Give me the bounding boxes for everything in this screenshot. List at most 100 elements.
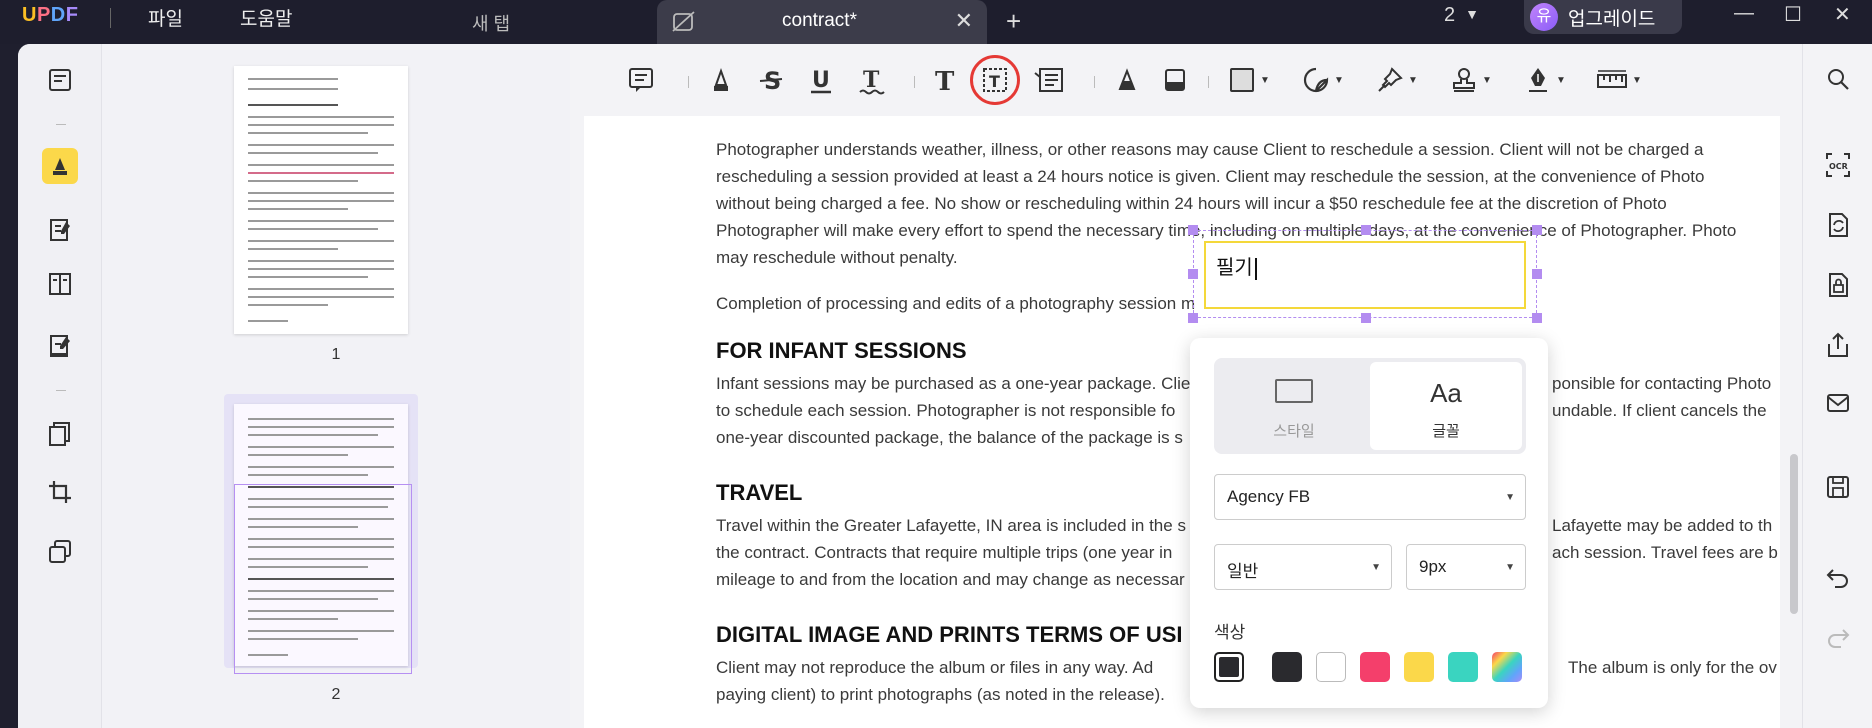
maximize-icon[interactable]: ☐	[1784, 2, 1802, 27]
tab-contract[interactable]: contract* ✕	[657, 0, 987, 44]
color-swatch-white[interactable]	[1316, 652, 1346, 682]
highlighter-icon	[53, 158, 67, 175]
title-bar: UPDF 파일 도움말 새 탭 contract* ✕ + 2 ▼ 유 업그레이드…	[0, 0, 1872, 44]
font-icon: Aa	[1430, 378, 1462, 408]
redo-button[interactable]	[1823, 622, 1853, 652]
color-swatch-yellow[interactable]	[1404, 652, 1434, 682]
highlight-button[interactable]	[706, 64, 736, 96]
color-swatch-custom[interactable]	[1492, 652, 1522, 682]
shape-button[interactable]: ▼	[1228, 64, 1270, 96]
color-swatch-selected[interactable]	[1214, 652, 1244, 682]
window-count[interactable]: 2 ▼	[1444, 4, 1479, 27]
pin-button[interactable]: ▼	[1376, 64, 1418, 96]
font-size-select[interactable]: 9px ▼	[1406, 544, 1526, 590]
pencil-button[interactable]	[1112, 64, 1142, 96]
tab-new[interactable]: 새 탭	[472, 10, 510, 36]
chevron-down-icon: ▼	[1632, 74, 1642, 86]
rail-divider	[56, 390, 66, 391]
color-swatch-teal[interactable]	[1448, 652, 1478, 682]
chevron-down-icon: ▼	[1260, 74, 1270, 86]
upgrade-button[interactable]: 유 업그레이드	[1524, 0, 1682, 34]
protect-button[interactable]	[1823, 270, 1853, 300]
strikethrough-button[interactable]: S	[756, 64, 786, 96]
batch-button[interactable]	[42, 534, 78, 570]
search-button[interactable]	[1823, 64, 1853, 94]
save-icon	[1827, 476, 1849, 498]
text-box-annotation[interactable]: 필기	[1188, 225, 1542, 323]
save-button[interactable]	[1823, 472, 1853, 502]
ocr-button[interactable]: OCR	[1823, 150, 1853, 180]
close-window-icon[interactable]: ✕	[1834, 2, 1851, 27]
menu-file[interactable]: 파일	[148, 4, 183, 31]
text-box-icon: T	[983, 68, 1007, 92]
color-swatch-black[interactable]	[1272, 652, 1302, 682]
crop-button[interactable]	[42, 474, 78, 510]
text-box-input[interactable]: 필기	[1204, 241, 1526, 309]
tab-title: contract*	[782, 10, 857, 31]
highlighter-icon	[714, 68, 728, 91]
organize-icon	[49, 273, 71, 295]
reader-icon	[49, 69, 71, 91]
paragraph-line: ponsible for contacting Photo	[1552, 374, 1772, 393]
squiggly-button[interactable]: T	[856, 64, 886, 96]
fill-sign-button[interactable]	[42, 328, 78, 364]
document-scrollbar[interactable]	[1790, 454, 1798, 614]
resize-handle-left[interactable]	[1188, 269, 1198, 279]
resize-handle-right[interactable]	[1532, 269, 1542, 279]
sticker-icon	[1303, 67, 1329, 93]
chevron-down-icon: ▼	[1556, 74, 1566, 86]
signature-button[interactable]: ▼	[1524, 64, 1566, 96]
color-swatch-red[interactable]	[1360, 652, 1390, 682]
pages-button[interactable]	[42, 416, 78, 452]
tab-style[interactable]: 스타일	[1218, 362, 1370, 450]
comment-mode-button[interactable]	[42, 148, 78, 184]
email-button[interactable]	[1823, 388, 1853, 418]
add-tab-icon[interactable]: +	[1006, 6, 1021, 37]
svg-text:OCR: OCR	[1829, 162, 1848, 171]
resize-handle-bottom[interactable]	[1361, 313, 1371, 323]
sticky-note-button[interactable]	[626, 64, 656, 96]
strikethrough-icon: S	[759, 67, 783, 95]
stamp-button[interactable]: ▼	[1450, 64, 1492, 96]
resize-handle-bottom-right[interactable]	[1532, 313, 1542, 323]
font-weight-select[interactable]: 일반 ▼	[1214, 544, 1392, 590]
eraser-button[interactable]	[1160, 64, 1190, 96]
measure-button[interactable]: ▼	[1596, 64, 1642, 96]
document-page[interactable]: Photographer understands weather, illnes…	[584, 116, 1780, 728]
lock-file-icon	[1829, 273, 1848, 297]
convert-button[interactable]	[1823, 210, 1853, 240]
font-family-select[interactable]: Agency FB ▼	[1214, 474, 1526, 520]
resize-handle-top-right[interactable]	[1532, 225, 1542, 235]
page-thumbnail-1[interactable]	[234, 66, 408, 334]
text-callout-button[interactable]	[1034, 64, 1066, 96]
upgrade-label: 업그레이드	[1568, 9, 1656, 30]
heading-infant: FOR INFANT SESSIONS	[716, 338, 967, 363]
search-icon	[1828, 69, 1849, 90]
resize-handle-bottom-left[interactable]	[1188, 313, 1198, 323]
minimize-icon[interactable]: —	[1734, 2, 1754, 25]
heading-digital: DIGITAL IMAGE AND PRINTS TERMS OF USI	[716, 622, 1183, 647]
organize-pages-button[interactable]	[42, 266, 78, 302]
main-frame: 1 2 S U T T T ▼ ▼ ▼ ▼ ▼ ▼ Photographer u…	[18, 44, 1872, 728]
text-button[interactable]: T	[930, 64, 960, 96]
eraser-icon	[1165, 69, 1185, 91]
squiggly-text-icon: T	[859, 67, 885, 95]
tab-font[interactable]: Aa 글꼴	[1370, 362, 1522, 450]
resize-handle-top-left[interactable]	[1188, 225, 1198, 235]
reader-mode-button[interactable]	[42, 62, 78, 98]
undo-button[interactable]	[1823, 562, 1853, 592]
resize-handle-top[interactable]	[1361, 225, 1371, 235]
close-tab-icon[interactable]: ✕	[955, 8, 973, 34]
ocr-icon: OCR	[1826, 153, 1850, 177]
title-separator	[110, 8, 111, 28]
convert-icon	[1829, 213, 1848, 237]
edit-mode-button[interactable]	[42, 212, 78, 248]
mail-icon	[1827, 394, 1849, 412]
text-box-button[interactable]: T	[970, 55, 1020, 105]
color-title: 색상	[1214, 623, 1246, 642]
underline-button[interactable]: U	[806, 64, 836, 96]
menu-help[interactable]: 도움말	[240, 4, 292, 31]
share-button[interactable]	[1823, 330, 1853, 360]
crop-icon	[49, 481, 71, 503]
sticker-button[interactable]: ▼	[1302, 64, 1344, 96]
